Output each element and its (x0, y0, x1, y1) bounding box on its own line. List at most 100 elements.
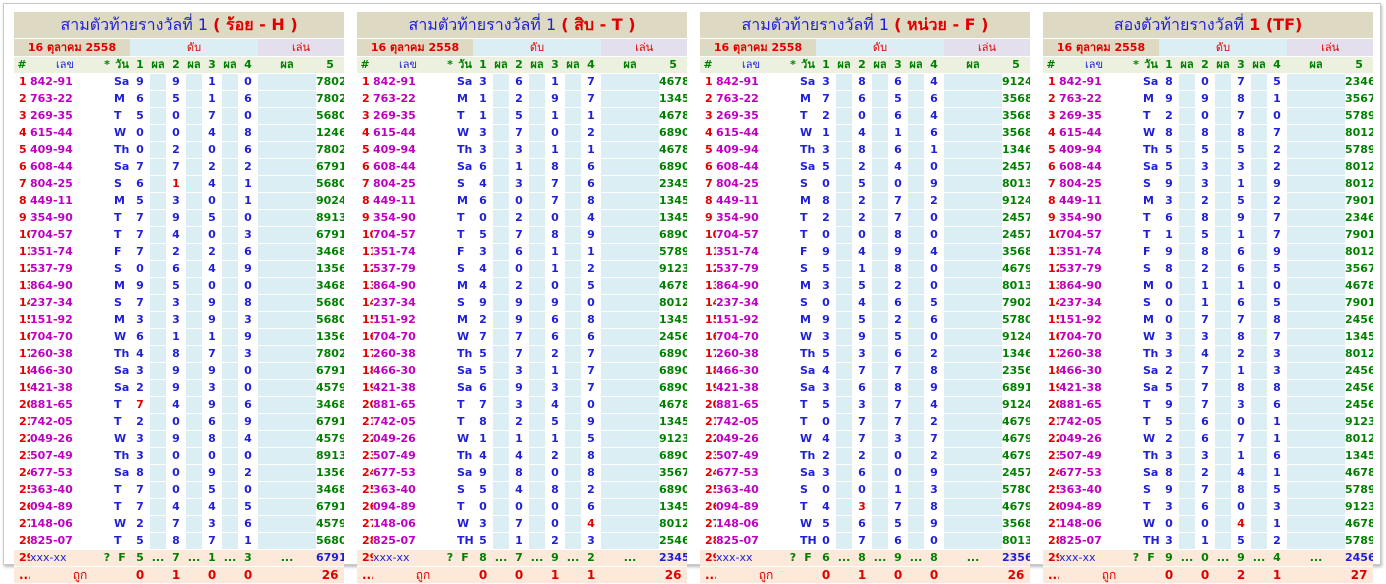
row-digit-1: 5 (473, 226, 493, 244)
row-result-2 (1215, 209, 1231, 227)
table-row: 26094-89T360391235T (1043, 498, 1374, 516)
row-five-set: 467890 (659, 73, 688, 91)
row-digit-3: 6 (545, 328, 565, 346)
table-row: 14237-34S7398568012H (14, 294, 345, 312)
row-digit-3: 6 (888, 532, 908, 550)
row-index: 11 (357, 243, 373, 261)
row-digit-1: 2 (473, 311, 493, 329)
row-digit-2: 3 (509, 141, 529, 159)
table-row: 25363-40T7050346890H (14, 481, 345, 499)
row-digit-1: 7 (473, 396, 493, 414)
row-digit-2: 5 (852, 277, 872, 295)
row-result-4 (944, 192, 1002, 210)
row-index: 12 (14, 260, 30, 278)
totals-dots: ... (1043, 566, 1059, 584)
row-digit-2: 3 (852, 498, 872, 516)
row-number: 704-70 (373, 328, 443, 346)
row-digit-1: 4 (473, 175, 493, 193)
row-star (1129, 430, 1143, 448)
row-digit-4: 6 (238, 396, 258, 414)
row-digit-3: 4 (1231, 464, 1251, 482)
row-digit-3: 0 (545, 124, 565, 142)
row-result-3 (565, 311, 581, 329)
row-day: T (114, 481, 130, 499)
row-index: 4 (14, 124, 30, 142)
row-digit-2: 6 (852, 90, 872, 108)
col-header-3: 3 (1231, 56, 1251, 74)
row-digit-4: 6 (924, 124, 944, 142)
row-day: Th (114, 141, 130, 159)
row-five-set: 80124 (1345, 430, 1374, 448)
row-result-4 (944, 209, 1002, 227)
row-number: 825-07 (1059, 532, 1129, 550)
row-star (1129, 413, 1143, 431)
row-digit-3: 1 (1231, 362, 1251, 380)
row-star (1129, 345, 1143, 363)
row-five-set: 912457 (1002, 192, 1030, 210)
row-result-1 (150, 532, 166, 550)
row-result-2 (872, 362, 888, 380)
row-result-3 (565, 362, 581, 380)
row-number: 677-53 (30, 464, 100, 482)
row-digit-2: 9 (166, 362, 186, 380)
row-result-4 (1287, 498, 1345, 516)
row-digit-4: 0 (238, 209, 258, 227)
row-index: 2 (357, 90, 373, 108)
total-spacer-4 (258, 566, 316, 584)
row-digit-3: 9 (202, 311, 222, 329)
row-digit-2: 5 (852, 175, 872, 193)
row-number: 704-57 (1059, 226, 1129, 244)
table-row: 6608-44Sa533280124TF (1043, 158, 1374, 176)
row-result-3 (908, 73, 924, 91)
row-digit-2: 2 (509, 209, 529, 227)
row-result-1 (836, 447, 852, 465)
panel-title-key: ( สิบ - T ) (561, 15, 636, 34)
row-star (1129, 158, 1143, 176)
row-result-4 (944, 277, 1002, 295)
row-digit-4: 5 (1267, 294, 1287, 312)
row-result-2 (186, 243, 202, 261)
row-result-1 (1179, 141, 1195, 159)
row-digit-4: 0 (924, 277, 944, 295)
row-result-1 (1179, 294, 1195, 312)
row-star (786, 379, 800, 397)
row-digit-3: 7 (202, 107, 222, 125)
row-digit-1: 9 (816, 243, 836, 261)
row-result-2 (529, 90, 545, 108)
row-digit-4: 8 (581, 464, 601, 482)
row-digit-2: 7 (1195, 481, 1215, 499)
panel-title: สามตัวท้ายรางวัลที่ 1 ( สิบ - T ) (357, 12, 688, 39)
row-number: 151-92 (373, 311, 443, 329)
dab-label: ดับ (473, 38, 601, 57)
row-index: 27 (1043, 515, 1059, 533)
row-digit-4: 8 (581, 192, 601, 210)
total-spacer-4 (1287, 566, 1345, 584)
row-five-set: 679123 (316, 498, 345, 516)
total-3: 2 (1231, 566, 1251, 584)
total-3: 1 (545, 566, 565, 584)
table-row: 1842-91Sa3617467890T (357, 73, 688, 91)
row-result-3 (222, 141, 238, 159)
row-day: Sa (1143, 362, 1159, 380)
row-five-set: 124678 (316, 124, 345, 142)
row-index: 3 (700, 107, 716, 125)
row-digit-4: 9 (924, 464, 944, 482)
total-spacer-3 (908, 566, 924, 584)
table-row: 27148-06W2736457901H (14, 515, 345, 533)
row-index: 17 (700, 345, 716, 363)
row-result-3 (1251, 515, 1267, 533)
row-digit-2: 0 (166, 124, 186, 142)
row-digit-2: 7 (509, 345, 529, 363)
row-day: Sa (1143, 158, 1159, 176)
row-result-3 (222, 277, 238, 295)
row-digit-2: 7 (166, 515, 186, 533)
row-digit-2: 6 (852, 379, 872, 397)
row-index: 2 (14, 90, 30, 108)
row-digit-1: 9 (1159, 481, 1179, 499)
row-digit-3: 0 (545, 498, 565, 516)
row-star (1129, 464, 1143, 482)
pending-row: 29xxx-xx?F5...7...1...3...679123 (14, 549, 345, 567)
row-star (1129, 107, 1143, 125)
row-result-4 (944, 175, 1002, 193)
table-row: 16704-70W6119135670H (14, 328, 345, 346)
